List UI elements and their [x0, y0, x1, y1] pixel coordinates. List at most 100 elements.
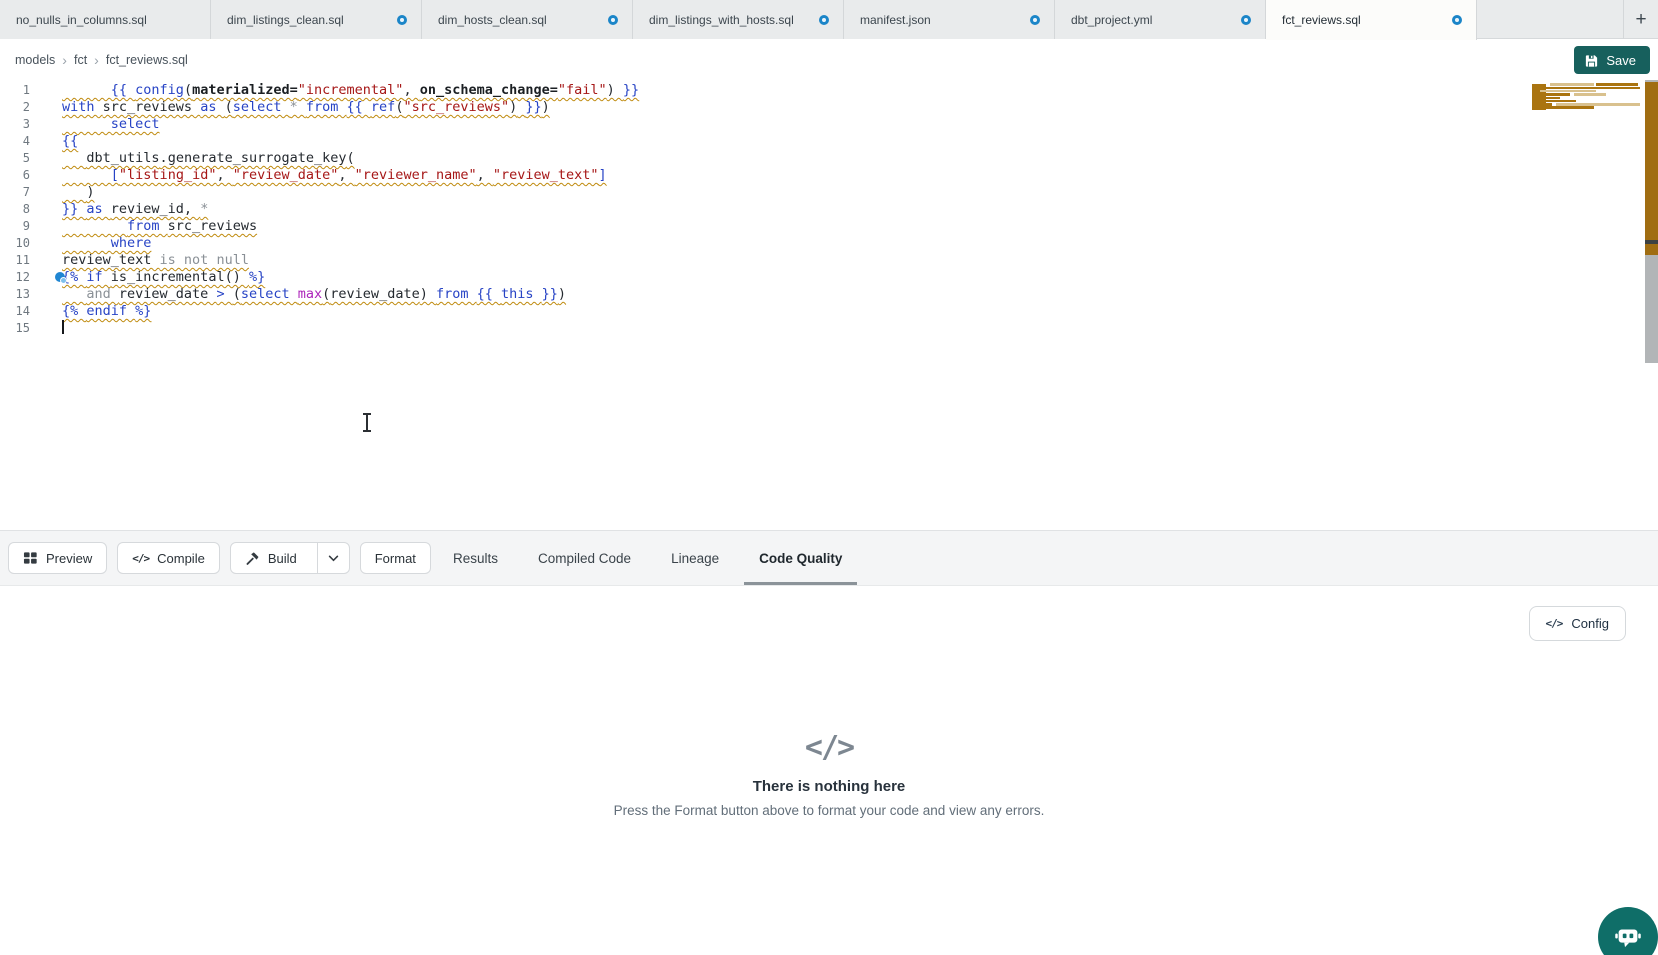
- chevron-right-icon: ›: [62, 52, 67, 68]
- save-button[interactable]: Save: [1574, 46, 1650, 74]
- line-number: 1: [0, 82, 40, 99]
- code-icon: </>: [1546, 617, 1563, 630]
- code-line[interactable]: 11 review_text is not null: [0, 252, 1658, 269]
- tab-label: dbt_project.yml: [1071, 13, 1152, 27]
- chatbot-icon: [1613, 922, 1643, 952]
- line-number: 6: [0, 167, 40, 184]
- editor-tab-strip: no_nulls_in_columns.sql dim_listings_cle…: [0, 0, 1658, 39]
- tab-label: dim_listings_with_hosts.sql: [649, 13, 794, 27]
- line-number: 4: [0, 133, 40, 150]
- compile-button[interactable]: </> Compile: [117, 542, 220, 574]
- unsaved-changes-dot-icon: [397, 15, 407, 25]
- tab-label: dim_hosts_clean.sql: [438, 13, 547, 27]
- file-tab[interactable]: dim_listings_clean.sql: [211, 0, 422, 39]
- code-line[interactable]: 6 ["listing_id", "review_date", "reviewe…: [0, 167, 1658, 184]
- file-tab[interactable]: manifest.json: [844, 0, 1055, 39]
- hammer-icon: [245, 551, 260, 566]
- results-panel-tab-label: Compiled Code: [538, 551, 631, 566]
- mouse-text-cursor: [366, 414, 368, 431]
- empty-state-title: There is nothing here: [0, 778, 1658, 795]
- code-line[interactable]: 4 {{: [0, 133, 1658, 150]
- config-button[interactable]: </> Config: [1529, 606, 1626, 641]
- code-line[interactable]: 12 {% if is_incremental() %}: [0, 269, 1658, 286]
- config-button-label: Config: [1571, 616, 1609, 631]
- button-label: Preview: [46, 551, 92, 566]
- code-line[interactable]: 15: [0, 320, 1658, 337]
- code-lines: 1 {{ config(materialized="incremental", …: [0, 80, 1658, 337]
- code-line-content: }} as review_id, *: [40, 201, 208, 218]
- code-line[interactable]: 8 }} as review_id, *: [0, 201, 1658, 218]
- code-line[interactable]: 3 select: [0, 116, 1658, 133]
- code-line-content: [40, 320, 64, 337]
- tab-label: no_nulls_in_columns.sql: [16, 13, 147, 27]
- results-panel-tab-lineage[interactable]: Lineage: [656, 531, 734, 585]
- code-line[interactable]: 13 and review_date > (select max(review_…: [0, 286, 1658, 303]
- code-line-content: from src_reviews: [40, 218, 257, 235]
- line-number: 5: [0, 150, 40, 167]
- button-label: Compile: [157, 551, 205, 566]
- code-line-content: {{ config(materialized="incremental", on…: [40, 82, 639, 99]
- code-icon: </>: [132, 552, 149, 565]
- chevron-right-icon: ›: [94, 52, 99, 68]
- code-line[interactable]: 7 ): [0, 184, 1658, 201]
- line-number: 2: [0, 99, 40, 116]
- tab-strip: no_nulls_in_columns.sql dim_listings_cle…: [0, 0, 1477, 38]
- button-label: Build: [268, 551, 297, 566]
- results-panel-tab-label: Lineage: [671, 551, 719, 566]
- file-tab[interactable]: dbt_project.yml: [1055, 0, 1266, 39]
- file-tab[interactable]: fct_reviews.sql: [1266, 0, 1477, 40]
- code-line-content: {% if is_incremental() %}: [40, 269, 265, 286]
- file-tab[interactable]: dim_hosts_clean.sql: [422, 0, 633, 39]
- code-line[interactable]: 14 {% endif %}: [0, 303, 1658, 320]
- code-line-content: ["listing_id", "review_date", "reviewer_…: [40, 167, 607, 184]
- line-number: 10: [0, 235, 40, 252]
- results-panel-tab-compiled-code[interactable]: Compiled Code: [523, 531, 646, 585]
- results-panel-tab-code-quality[interactable]: Code Quality: [744, 531, 857, 585]
- line-number: 7: [0, 184, 40, 201]
- file-tab[interactable]: no_nulls_in_columns.sql: [0, 0, 211, 39]
- breadcrumb: models › fct › fct_reviews.sql: [15, 40, 188, 80]
- code-line-content: review_text is not null: [40, 252, 249, 269]
- code-line-content: {{: [40, 133, 78, 150]
- code-line-content: with src_reviews as (select * from {{ re…: [40, 99, 550, 116]
- breadcrumb-item[interactable]: fct: [74, 53, 87, 67]
- build-options-chevron-down-icon[interactable]: [317, 543, 349, 573]
- line-number: 8: [0, 201, 40, 218]
- editor-scrollbar[interactable]: [1645, 80, 1658, 363]
- empty-state: </> There is nothing here Press the Form…: [0, 730, 1658, 818]
- code-editor[interactable]: 1 {{ config(materialized="incremental", …: [0, 80, 1658, 530]
- unsaved-changes-dot-icon: [608, 15, 618, 25]
- bottom-toolbar: Preview </> Compile Build Format Results Com…: [0, 530, 1658, 586]
- floppy-disk-icon: [1584, 53, 1599, 68]
- line-number: 15: [0, 320, 40, 337]
- results-panel-tab-results[interactable]: Results: [438, 531, 513, 585]
- unsaved-changes-dot-icon: [1241, 15, 1251, 25]
- build-button[interactable]: Build: [230, 542, 350, 574]
- preview-grid-icon: [23, 551, 38, 565]
- tab-label: manifest.json: [860, 13, 931, 27]
- code-line-content: where: [40, 235, 151, 252]
- file-header-bar: models › fct › fct_reviews.sql Save: [0, 40, 1658, 80]
- new-tab-button[interactable]: +: [1623, 0, 1658, 39]
- breadcrumb-item[interactable]: models: [15, 53, 55, 67]
- file-tab[interactable]: dim_listings_with_hosts.sql: [633, 0, 844, 39]
- code-slash-icon: </>: [0, 730, 1658, 765]
- code-line[interactable]: 10 where: [0, 235, 1658, 252]
- results-panel-tab-label: Results: [453, 551, 498, 566]
- breadcrumb-item[interactable]: fct_reviews.sql: [106, 53, 188, 67]
- editor-minimap[interactable]: [1532, 83, 1643, 111]
- code-line[interactable]: 5 dbt_utils.generate_surrogate_key(: [0, 150, 1658, 167]
- results-panel-tabs: Results Compiled Code Lineage Code Quali…: [438, 531, 857, 585]
- preview-button[interactable]: Preview: [8, 542, 107, 574]
- line-number: 12: [0, 269, 40, 286]
- gutter-marker-icon[interactable]: [55, 272, 65, 282]
- code-line[interactable]: 2 with src_reviews as (select * from {{ …: [0, 99, 1658, 116]
- format-button[interactable]: Format: [360, 542, 431, 574]
- code-line-content: {% endif %}: [40, 303, 151, 320]
- line-number: 11: [0, 252, 40, 269]
- line-number: 13: [0, 286, 40, 303]
- code-line[interactable]: 1 {{ config(materialized="incremental", …: [0, 82, 1658, 99]
- code-line[interactable]: 9 from src_reviews: [0, 218, 1658, 235]
- code-line-content: and review_date > (select max(review_dat…: [40, 286, 566, 303]
- text-caret: [62, 320, 64, 334]
